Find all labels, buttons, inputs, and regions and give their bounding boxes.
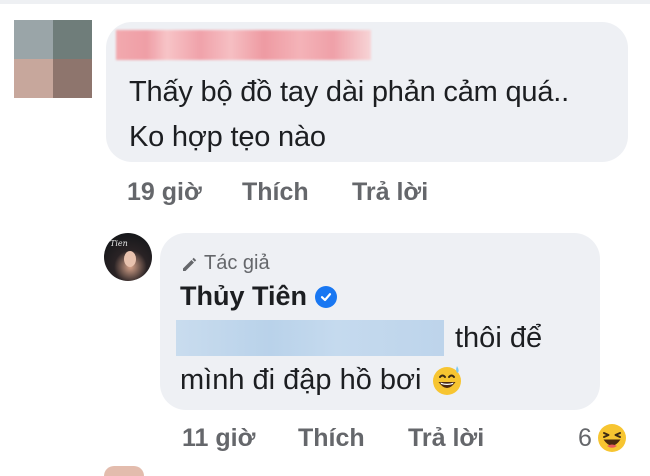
grinning-sweat-emoji-icon	[430, 363, 464, 397]
reply-link[interactable]: Trả lời	[352, 178, 428, 207]
author-name-row: Thủy Tiên	[180, 281, 338, 312]
author-avatar[interactable]: Tien	[104, 233, 152, 281]
top-divider	[0, 0, 650, 4]
reply-text-line2-row: mình đi đập hồ bơi	[180, 360, 464, 400]
author-badge-label: Tác giả	[204, 252, 270, 274]
reply-timestamp[interactable]: 11 giờ	[182, 424, 255, 453]
commenter-avatar[interactable]	[14, 20, 92, 98]
comment-timestamp[interactable]: 19 giờ	[127, 178, 202, 207]
mention-redacted[interactable]	[176, 320, 444, 356]
haha-reaction-icon	[596, 422, 628, 454]
reply-reply-link[interactable]: Trả lời	[408, 424, 484, 453]
commenter-name-redacted[interactable]	[116, 30, 371, 60]
comment-text: Thấy bộ đồ tay dài phản cảm quá.. Ko hợp…	[129, 76, 569, 153]
reply-text-line2: mình đi đập hồ bơi	[180, 364, 422, 396]
reaction-count: 6	[578, 423, 592, 452]
pencil-icon	[180, 255, 198, 273]
next-comment-avatar-peek	[104, 466, 144, 476]
like-link[interactable]: Thích	[242, 178, 309, 207]
verified-check-icon	[315, 285, 338, 308]
reaction-summary[interactable]: 6	[578, 422, 628, 454]
author-name[interactable]: Thủy Tiên	[180, 281, 307, 312]
reply-like-link[interactable]: Thích	[298, 424, 365, 453]
reply-text-line1: thôi để	[455, 322, 543, 354]
author-badge: Tác giả	[180, 252, 270, 275]
